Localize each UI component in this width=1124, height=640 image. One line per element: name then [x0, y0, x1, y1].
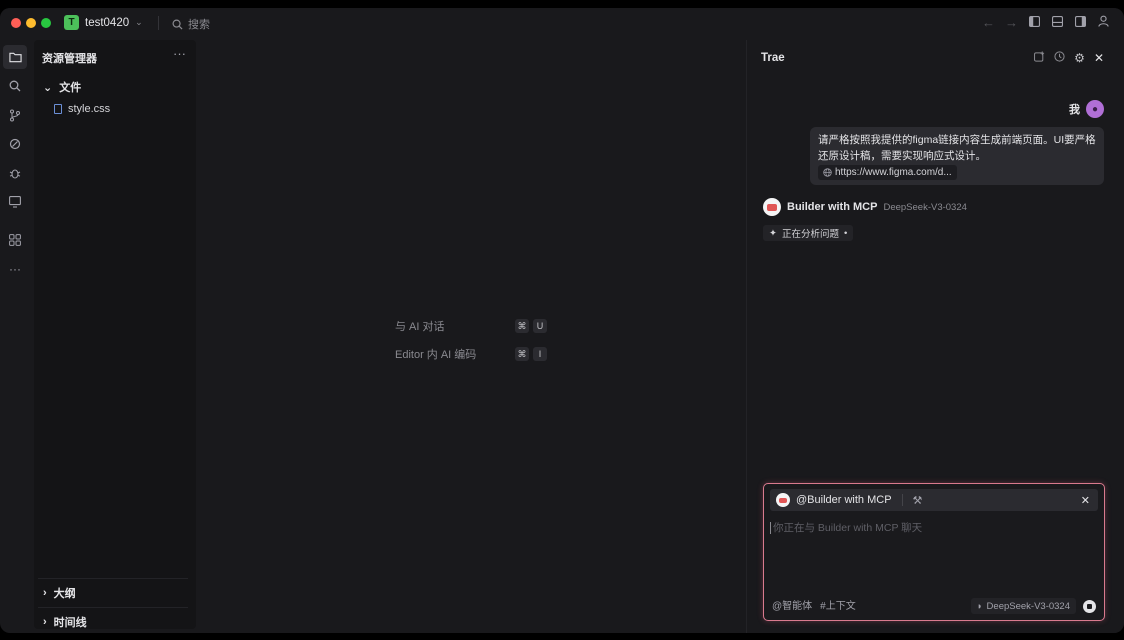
- file-item[interactable]: style.css: [54, 103, 110, 115]
- outline-section[interactable]: › 大纲: [43, 585, 76, 601]
- chat-toolbar: ⚙ ✕: [1034, 51, 1104, 65]
- gear-icon[interactable]: ⚙: [1074, 51, 1085, 65]
- window-controls: [11, 18, 51, 28]
- composer-footer: @智能体 #上下文: [772, 597, 856, 612]
- remote-link-icon[interactable]: [3, 132, 27, 156]
- titlebar-actions: ← →: [982, 15, 1110, 30]
- more-icon[interactable]: ···: [3, 257, 27, 281]
- key: U: [533, 319, 547, 333]
- chat-input[interactable]: [770, 522, 1090, 534]
- back-arrow-icon[interactable]: ←: [982, 15, 995, 30]
- divider: [38, 578, 188, 579]
- app-window: T test0420 ⌄ 搜索 ← → ··· 资源管理器 ··· ⌄ 文件 s…: [0, 8, 1124, 633]
- status-badge: ✦ 正在分析问题 •: [763, 225, 854, 241]
- model-logo-icon: ◗: [976, 600, 983, 612]
- project-badge: T: [64, 15, 79, 30]
- agent-bar: @Builder with MCP ⚒ ✕: [770, 489, 1098, 511]
- agent-name: @Builder with MCP: [796, 494, 892, 506]
- model-selector[interactable]: ◗ DeepSeek-V3-0324: [970, 598, 1076, 614]
- timeline-section[interactable]: › 时间线: [43, 614, 87, 630]
- search-activity-icon[interactable]: [3, 74, 27, 98]
- extensions-icon[interactable]: [3, 228, 27, 252]
- project-switcher[interactable]: T test0420 ⌄: [64, 15, 143, 30]
- loading-dot-icon: •: [843, 227, 848, 239]
- stop-icon: [1087, 604, 1092, 609]
- chevron-right-icon: ›: [43, 587, 47, 599]
- toggle-panel-icon[interactable]: [1051, 15, 1064, 30]
- new-chat-icon[interactable]: [1034, 51, 1045, 65]
- file-label: style.css: [68, 103, 111, 115]
- divider: [901, 494, 903, 506]
- remove-agent-close-icon[interactable]: ✕: [1081, 494, 1090, 507]
- user-message-bubble: 请严格按照我提供的figma链接内容生成前端页面。UI要严格还原设计稿，需要实现…: [810, 127, 1104, 185]
- link-chip[interactable]: https://www.figma.com/d...: [818, 165, 957, 180]
- chevron-down-icon: ⌄: [43, 81, 53, 94]
- cmd-key: ⌘: [515, 347, 529, 361]
- css-file-icon: [54, 104, 62, 114]
- close-icon[interactable]: ✕: [1094, 51, 1104, 65]
- bot-name: Builder with MCP: [787, 201, 878, 213]
- shortcut-label: Editor 内 AI 编码: [395, 349, 477, 361]
- bot-model: DeepSeek-V3-0324: [883, 201, 967, 213]
- sparkle-icon: ✦: [769, 227, 777, 239]
- bot-header: Builder with MCP DeepSeek-V3-0324: [763, 198, 967, 216]
- tools-hammer-icon[interactable]: ⚒: [913, 494, 923, 507]
- more-options-icon[interactable]: ···: [173, 46, 186, 61]
- globe-icon: [823, 168, 832, 177]
- search-label: 搜索: [188, 19, 210, 31]
- minimize-window-button[interactable]: [26, 18, 36, 28]
- user-message-text: 请严格按照我提供的figma链接内容生成前端页面。UI要严格还原设计稿，需要实现…: [818, 134, 1096, 162]
- maximize-window-button[interactable]: [41, 18, 51, 28]
- source-control-icon[interactable]: [3, 103, 27, 127]
- explorer-panel: 资源管理器 ··· ⌄ 文件 style.css › 大纲 › 时间线: [34, 40, 196, 629]
- title-bar: T test0420 ⌄ 搜索 ← →: [0, 8, 1124, 38]
- model-label: DeepSeek-V3-0324: [986, 600, 1070, 612]
- builder-avatar-icon: [763, 198, 781, 216]
- outline-label: 大纲: [53, 588, 76, 600]
- shortcut-hint: 与 AI 对话 ⌘ U: [395, 318, 551, 334]
- user-label: 我: [1069, 104, 1080, 116]
- divider: [158, 16, 159, 30]
- context-button[interactable]: #上下文: [820, 597, 856, 612]
- key: I: [533, 347, 547, 361]
- chevron-down-icon: ⌄: [135, 17, 143, 27]
- divider: [38, 607, 188, 608]
- avatar: ●: [1086, 100, 1104, 118]
- search-icon: [172, 19, 183, 30]
- activity-bar: ···: [0, 40, 30, 633]
- status-text: 正在分析问题: [781, 229, 839, 240]
- toggle-sidebar-icon[interactable]: [1028, 15, 1041, 30]
- folder-label: 文件: [59, 82, 82, 94]
- stop-button[interactable]: [1083, 600, 1096, 613]
- chevron-right-icon: ›: [43, 616, 47, 628]
- folder-row[interactable]: ⌄ 文件: [43, 79, 81, 95]
- shortcut-hint: Editor 内 AI 编码 ⌘ I: [395, 346, 551, 362]
- user-header: 我 ●: [1069, 100, 1104, 118]
- timeline-label: 时间线: [53, 617, 87, 629]
- history-icon[interactable]: [1054, 51, 1065, 65]
- builder-avatar-icon: [776, 493, 790, 507]
- link-text: https://www.figma.com/d...: [835, 166, 952, 178]
- forward-arrow-icon[interactable]: →: [1005, 15, 1018, 30]
- cmd-key: ⌘: [515, 319, 529, 333]
- close-window-button[interactable]: [11, 18, 21, 28]
- debug-bug-icon[interactable]: [3, 161, 27, 185]
- explorer-title: 资源管理器: [42, 53, 97, 65]
- chat-composer: @Builder with MCP ⚒ ✕ @智能体 #上下文 ◗ DeepSe…: [763, 483, 1105, 621]
- preview-monitor-icon[interactable]: [3, 190, 27, 214]
- toggle-secondary-sidebar-icon[interactable]: [1074, 15, 1087, 30]
- chat-title: Trae: [761, 52, 785, 64]
- agents-button[interactable]: @智能体: [772, 597, 812, 612]
- account-icon[interactable]: [1097, 15, 1110, 30]
- search-box[interactable]: 搜索: [172, 16, 210, 32]
- explorer-activity-icon[interactable]: [3, 45, 27, 69]
- shortcut-label: 与 AI 对话: [395, 321, 445, 333]
- project-name: test0420: [85, 16, 130, 29]
- ai-chat-panel: Trae ⚙ ✕ 我 ● 请严格按照我提供的figma链接内容生成前端页面。UI…: [746, 40, 1124, 633]
- editor-area: 与 AI 对话 ⌘ U Editor 内 AI 编码 ⌘ I: [201, 40, 741, 629]
